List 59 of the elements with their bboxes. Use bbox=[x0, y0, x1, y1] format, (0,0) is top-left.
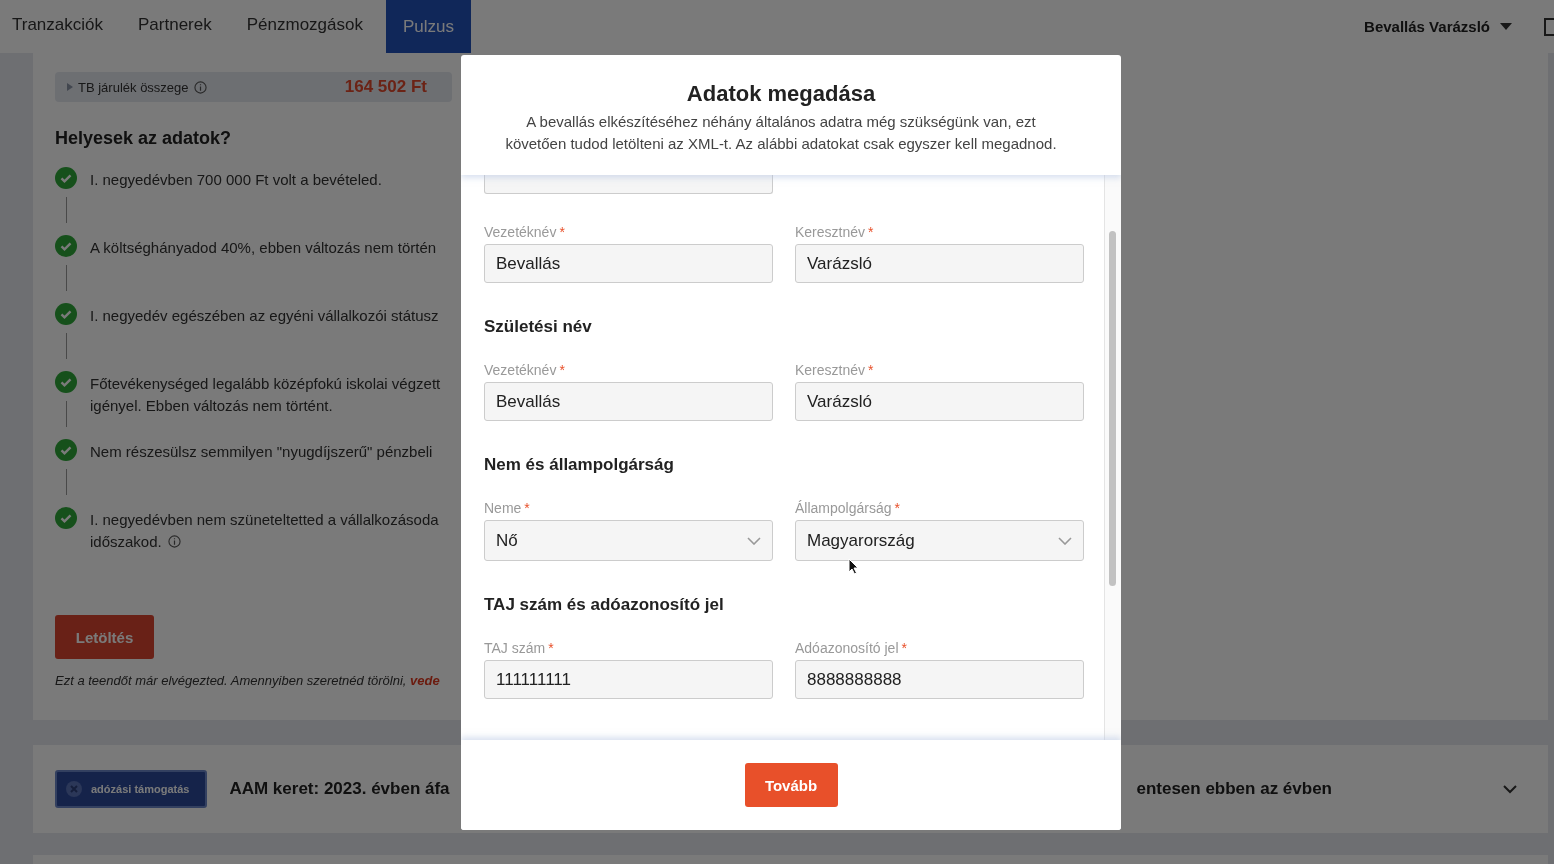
input-field[interactable]: 8888888888 bbox=[795, 660, 1084, 699]
required-mark: * bbox=[868, 361, 874, 379]
support-badge: adózási támogatás bbox=[55, 770, 208, 808]
next-button[interactable]: Tovább bbox=[744, 763, 838, 807]
required-mark: * bbox=[559, 361, 565, 379]
checklist-text: I. negyedév egészében az egyéni vállalkozói státusz bbox=[90, 306, 439, 326]
field-label: Vezetéknév bbox=[484, 223, 557, 241]
select-field[interactable] bbox=[484, 175, 773, 194]
section-heading: Helyesek az adatok? bbox=[55, 128, 232, 149]
select-field[interactable]: Magyarország bbox=[795, 520, 1084, 561]
note-text: Ezt a teendőt már elvégezted. Amennyiben szeretnéd törölni, vede bbox=[55, 673, 440, 688]
modal-title: Adatok megadása bbox=[685, 81, 877, 107]
card-title: entesen ebben az évben bbox=[1136, 779, 1332, 799]
required-mark: * bbox=[524, 499, 530, 517]
info-icon[interactable] bbox=[167, 535, 181, 548]
nav-tab[interactable]: Pénzmozgások bbox=[234, 0, 380, 53]
required-mark: * bbox=[548, 639, 554, 657]
field-label: TAJ szám bbox=[484, 639, 546, 657]
checklist-text: I. negyedévben nem szüneteltetted a vállalkozásoda időszakod. bbox=[90, 510, 439, 552]
card-title: AAM keret: 2023. évben áfa bbox=[229, 779, 450, 799]
form-section-heading: TAJ szám és adóazonosító jel bbox=[484, 595, 725, 615]
nav-tab[interactable]: Partnerek bbox=[126, 0, 229, 53]
input-field[interactable]: Varázsló bbox=[795, 244, 1084, 283]
required-mark: * bbox=[901, 639, 907, 657]
checklist-text: Főtevékenységed legalább középfokú iskolai végzett igényel. Ebben változás nem történt. bbox=[90, 374, 441, 416]
select-field[interactable]: Nő bbox=[484, 520, 773, 561]
nav-tab[interactable]: Tranzakciók bbox=[0, 0, 120, 53]
summary-label: TB járulék összege bbox=[78, 79, 189, 95]
field-label: Keresztnév bbox=[795, 223, 866, 241]
badge-icon bbox=[65, 780, 83, 798]
required-mark: * bbox=[894, 499, 900, 517]
field-label: Vezetéknév bbox=[484, 361, 557, 379]
chevron-icon[interactable] bbox=[1502, 784, 1518, 794]
field-label: Adóazonosító jel bbox=[795, 639, 899, 657]
input-field[interactable]: Varázsló bbox=[795, 382, 1084, 421]
input-field[interactable]: 111111111 bbox=[484, 660, 773, 699]
field-label: Állampolgárság bbox=[795, 499, 892, 517]
form-section-heading: Születési név bbox=[484, 317, 593, 337]
input-field[interactable]: Bevallás bbox=[484, 382, 773, 421]
chevron-icon bbox=[1058, 536, 1072, 545]
required-mark: * bbox=[559, 223, 565, 241]
summary-amount: 164 502 Ft bbox=[344, 77, 427, 97]
field-label: Keresztnév bbox=[795, 361, 866, 379]
checklist-text: A költséghányadod 40%, ebben változás nem történ bbox=[90, 238, 437, 258]
checklist-text: Nem részesülsz semmilyen "nyugdíjszerű" pénzbeli bbox=[90, 442, 433, 462]
triangle-icon bbox=[67, 83, 73, 91]
chevron-icon bbox=[747, 536, 761, 545]
cursor-icon bbox=[848, 558, 859, 575]
info-icon[interactable] bbox=[193, 80, 207, 94]
input-field[interactable]: Bevallás bbox=[484, 244, 773, 283]
checklist-text: I. negyedévben 700 000 Ft volt a bevételed. bbox=[90, 170, 382, 190]
form-section-heading: Nem és állampolgárság bbox=[484, 455, 675, 475]
scrollbar-thumb[interactable] bbox=[1109, 231, 1116, 586]
modal-description: A bevallás elkészítéséhez néhány általános adatra még szükségünk van, ezt követően tudod letölteni az XML-t. Az alábbi adatokat csak egyszer kell megadnod. bbox=[504, 112, 1058, 154]
caret-icon bbox=[1500, 23, 1512, 30]
required-mark: * bbox=[868, 223, 874, 241]
field-label: Neme bbox=[484, 499, 522, 517]
logout-icon[interactable] bbox=[1544, 17, 1554, 36]
user-menu[interactable]: Bevallás Varázsló bbox=[1358, 0, 1518, 53]
